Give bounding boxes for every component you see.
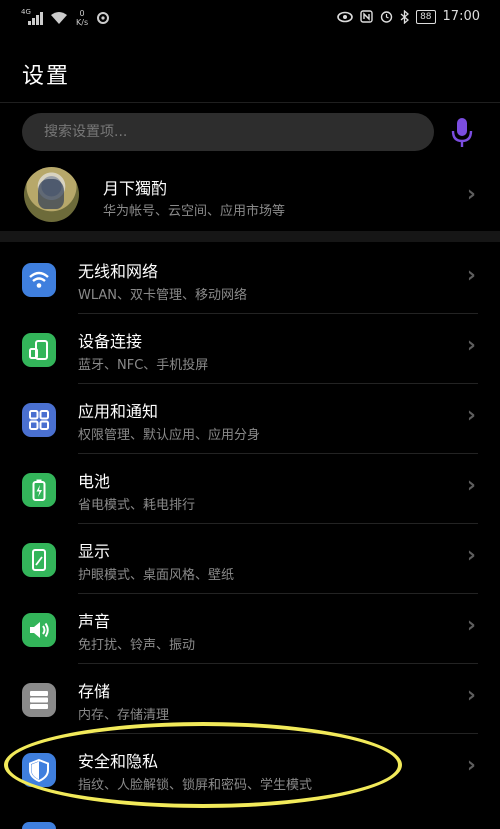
settings-item-subtitle: 护眼模式、桌面风格、壁纸: [78, 568, 235, 583]
chevron-right-icon: ›: [466, 613, 476, 638]
search-input[interactable]: [22, 113, 434, 151]
settings-item-label: 安全和隐私: [78, 752, 159, 771]
settings-item-label: 应用和通知: [78, 402, 159, 421]
settings-item-label: 电池: [78, 472, 111, 491]
microphone-icon[interactable]: [449, 116, 475, 150]
storage-icon: [22, 683, 56, 717]
chevron-right-icon: ›: [466, 473, 476, 498]
settings-item-subtitle: 内存、存储清理: [78, 708, 170, 723]
section-separator: [0, 231, 500, 242]
settings-item-sound[interactable]: 声音 免打扰、铃声、振动 ›: [0, 594, 500, 664]
chevron-right-icon: ›: [466, 753, 476, 778]
account-name: 月下獨酌: [103, 179, 168, 198]
settings-item-security-privacy[interactable]: 安全和隐私 指纹、人脸解锁、锁屏和密码、学生模式 ›: [0, 734, 500, 804]
chevron-right-icon: ›: [466, 403, 476, 428]
status-time: 17:00: [442, 9, 480, 24]
chevron-right-icon: ›: [466, 683, 476, 708]
account-row[interactable]: 月下獨酌 华为帐号、云空间、应用市场等 ›: [0, 162, 500, 228]
sync-icon: [97, 12, 110, 24]
settings-item-label: 声音: [78, 612, 111, 631]
chevron-right-icon: ›: [466, 333, 476, 358]
wifi-status-icon: [51, 12, 67, 24]
settings-item-label: 显示: [78, 542, 111, 561]
battery-icon: [22, 473, 56, 507]
settings-item-label: 无线和网络: [78, 262, 159, 281]
sound-icon: [22, 613, 56, 647]
wifi-icon: [22, 263, 56, 297]
settings-item-wireless[interactable]: 无线和网络 WLAN、双卡管理、移动网络 ›: [0, 244, 500, 314]
settings-item-subtitle: 权限管理、默认应用、应用分身: [78, 428, 261, 443]
battery-level: 88: [416, 9, 436, 24]
device-connect-icon: [22, 333, 56, 367]
settings-item-label: 存储: [78, 682, 111, 701]
apps-icon: [22, 403, 56, 437]
settings-item-apps-notifications[interactable]: 应用和通知 权限管理、默认应用、应用分身 ›: [0, 384, 500, 454]
chevron-right-icon: ›: [466, 263, 476, 288]
page-title: 设置: [22, 64, 71, 89]
display-icon: [22, 543, 56, 577]
status-bar: 4G 0 K/s 88 17:00: [0, 0, 500, 40]
cell-signal-icon: 4G: [21, 8, 43, 25]
divider: [0, 102, 500, 103]
settings-item-subtitle: 省电模式、耗电排行: [78, 498, 196, 513]
settings-item-subtitle: 免打扰、铃声、振动: [78, 638, 196, 653]
settings-item-partial[interactable]: [22, 822, 56, 829]
network-speed: 0 K/s: [76, 9, 89, 27]
settings-item-device-connection[interactable]: 设备连接 蓝牙、NFC、手机投屏 ›: [0, 314, 500, 384]
search-bar[interactable]: [22, 113, 434, 151]
nfc-icon: [360, 10, 373, 23]
bluetooth-icon: [400, 9, 410, 24]
settings-item-display[interactable]: 显示 护眼模式、桌面风格、壁纸 ›: [0, 524, 500, 594]
settings-item-label: 设备连接: [78, 332, 143, 351]
settings-item-subtitle: 蓝牙、NFC、手机投屏: [78, 358, 209, 373]
settings-item-subtitle: 指纹、人脸解锁、锁屏和密码、学生模式: [78, 778, 313, 793]
avatar: [24, 167, 79, 222]
chevron-right-icon: ›: [466, 543, 476, 568]
settings-item-subtitle: WLAN、双卡管理、移动网络: [78, 288, 248, 303]
settings-item-battery[interactable]: 电池 省电模式、耗电排行 ›: [0, 454, 500, 524]
alarm-icon: [380, 11, 393, 23]
account-subtitle: 华为帐号、云空间、应用市场等: [103, 204, 286, 219]
eye-comfort-icon: [337, 11, 353, 22]
chevron-right-icon: ›: [466, 182, 476, 207]
settings-item-storage[interactable]: 存储 内存、存储清理 ›: [0, 664, 500, 734]
shield-icon: [22, 753, 56, 787]
